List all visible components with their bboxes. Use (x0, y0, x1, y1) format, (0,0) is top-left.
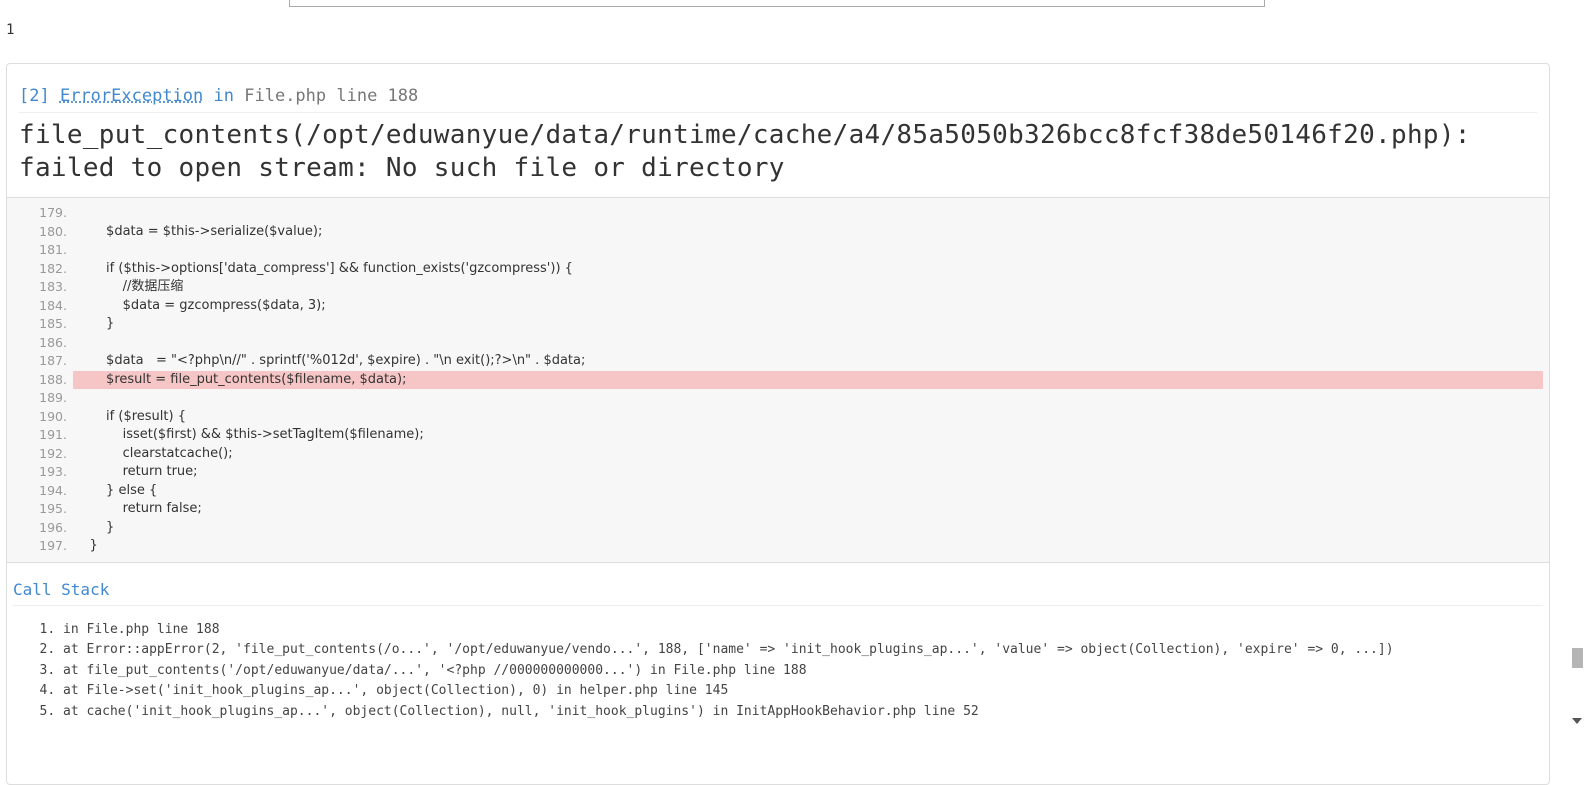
line-code: $data = $this->serialize($value); (73, 223, 323, 239)
source-line: 185. } (7, 315, 1543, 334)
top-input-box (289, 0, 1265, 7)
exception-message: file_put_contents(/opt/eduwanyue/data/ru… (19, 119, 1537, 197)
line-code: } (73, 538, 98, 553)
exception-type-link[interactable]: ErrorException (60, 86, 203, 106)
source-line: 187. $data = "<?php\n//" . sprintf('%012… (7, 352, 1543, 371)
source-line: 197. } (7, 537, 1543, 556)
call-stack: Call Stack in File.php line 188 at Error… (7, 563, 1549, 723)
source-line: 181. (7, 241, 1543, 260)
line-number: 196. (39, 519, 67, 535)
line-number: 194. (39, 482, 67, 498)
call-stack-item: at File->set('init_hook_plugins_ap...', … (63, 681, 1543, 702)
source-line: 189. (7, 389, 1543, 408)
source-line: 179. (7, 204, 1543, 223)
line-number: 190. (39, 408, 67, 424)
line-code: return true; (73, 464, 198, 479)
call-stack-item: at file_put_contents('/opt/eduwanyue/dat… (63, 661, 1543, 682)
line-number: 195. (39, 501, 67, 516)
exception-header: [2] ErrorException in File.php line 188 (19, 84, 1537, 113)
exception-info: [2] ErrorException in File.php line 188 … (7, 64, 1549, 197)
exception-code: [2] (19, 86, 50, 106)
line-number: 187. (39, 353, 67, 368)
exception-panel: [2] ErrorException in File.php line 188 … (6, 63, 1550, 785)
line-number: 189. (39, 390, 67, 405)
line-code: clearstatcache(); (73, 445, 233, 461)
line-number: 184. (39, 297, 67, 313)
scroll-down-arrow-icon[interactable] (1572, 718, 1582, 724)
line-code: isset($first) && $this->setTagItem($file… (73, 427, 424, 442)
call-stack-item: in File.php line 188 (63, 620, 1543, 641)
line-number: 192. (39, 445, 67, 461)
source-line: 191. isset($first) && $this->setTagItem(… (7, 426, 1543, 445)
line-code: return false; (73, 501, 202, 516)
exception-message-line-2: failed to open stream: No such file or d… (19, 153, 785, 183)
source-line: 182. if ($this->options['data_compress']… (7, 260, 1543, 279)
line-code: $data = "<?php\n//" . sprintf('%012d', $… (73, 353, 586, 368)
exception-in-word: in (213, 86, 234, 106)
call-stack-list: in File.php line 188 at Error::appError(… (13, 620, 1543, 723)
line-code: } (73, 316, 115, 331)
line-code: //数据压缩 (73, 279, 184, 294)
line-code: $result = file_put_contents($filename, $… (73, 370, 1543, 389)
source-line: 186. (7, 334, 1543, 353)
line-code: } else { (73, 482, 158, 498)
source-line: 194. } else { (7, 482, 1543, 501)
source-line: 192. clearstatcache(); (7, 445, 1543, 464)
exception-message-line-1: file_put_contents(/opt/eduwanyue/data/ru… (19, 120, 1471, 150)
line-number: 182. (39, 260, 67, 276)
line-number: 181. (39, 242, 67, 257)
line-number: 188. (39, 371, 67, 387)
exception-file: File.php line 188 (244, 86, 419, 106)
line-number: 197. (39, 538, 67, 553)
echo-output: 1 (6, 22, 15, 38)
line-code: $data = gzcompress($data, 3); (73, 297, 326, 313)
call-stack-title: Call Stack (13, 579, 1543, 606)
source-line-highlighted: 188. $result = file_put_contents($filena… (7, 370, 1543, 389)
source-line: 190. if ($result) { (7, 408, 1543, 427)
call-stack-item: at cache('init_hook_plugins_ap...', obje… (63, 702, 1543, 723)
line-code: if ($result) { (73, 408, 186, 424)
line-number: 191. (39, 427, 67, 442)
source-code-block: 179. 180. $data = $this->serialize($value… (7, 197, 1549, 563)
source-line: 184. $data = gzcompress($data, 3); (7, 297, 1543, 316)
line-number: 186. (39, 334, 67, 350)
vertical-scrollbar[interactable] (1568, 0, 1586, 732)
line-code: if ($this->options['data_compress'] && f… (73, 260, 573, 276)
source-line: 193. return true; (7, 463, 1543, 482)
line-number: 193. (39, 464, 67, 479)
line-number: 185. (39, 316, 67, 331)
source-line: 195. return false; (7, 500, 1543, 519)
source-line: 180. $data = $this->serialize($value); (7, 223, 1543, 242)
line-number: 179. (39, 205, 67, 220)
line-number: 183. (39, 279, 67, 294)
call-stack-item: at Error::appError(2, 'file_put_contents… (63, 640, 1543, 661)
line-number: 180. (39, 223, 67, 239)
source-line: 183. //数据压缩 (7, 278, 1543, 297)
scrollbar-thumb[interactable] (1572, 648, 1583, 668)
source-line: 196. } (7, 519, 1543, 538)
line-code: } (73, 519, 115, 535)
